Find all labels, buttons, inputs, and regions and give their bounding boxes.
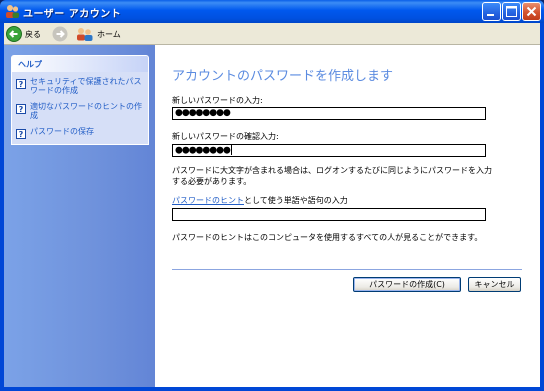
hint-label-rest: として使う単語や語句の入力 — [244, 196, 348, 205]
password-hint-link[interactable]: パスワードのヒント — [172, 196, 244, 205]
window-frame-bottom — [0, 387, 544, 391]
window-frame-right — [540, 23, 544, 391]
user-accounts-home-icon — [77, 28, 93, 41]
password-hint-input[interactable] — [172, 208, 486, 221]
text-caret — [230, 145, 232, 155]
cancel-button[interactable]: キャンセル — [468, 277, 521, 292]
forward-button[interactable] — [52, 25, 68, 43]
help-question-icon: ? — [16, 104, 26, 114]
help-item-password-hint[interactable]: ? 適切なパスワードのヒントの作成 — [16, 102, 148, 120]
home-label: ホーム — [97, 29, 121, 39]
minimize-icon — [487, 14, 494, 16]
window-title: ユーザー アカウント — [23, 9, 122, 20]
new-password-label: 新しいパスワードの入力: — [172, 96, 263, 105]
navigation-toolbar: 戻る ホーム — [4, 23, 540, 45]
left-task-pane: ヘルプ ? セキュリティで保護されたパスワードの作成 ? 適切なパスワードのヒン… — [4, 45, 155, 387]
back-label: 戻る — [25, 29, 41, 39]
back-button[interactable]: 戻る — [6, 25, 41, 43]
confirm-password-value: ●●●●●●●● — [175, 145, 231, 156]
help-question-icon: ? — [16, 129, 26, 139]
main-content: アカウントのパスワードを作成します 新しいパスワードの入力: ●●●●●●●● … — [155, 45, 540, 387]
hint-visibility-note: パスワードのヒントはこのコンピュータを使用するすべての人が見ることができます。 — [172, 233, 483, 242]
help-question-icon: ? — [16, 79, 26, 89]
maximize-icon — [506, 6, 517, 17]
help-header-label: ヘルプ — [18, 60, 42, 69]
help-item-label: 適切なパスワードのヒントの作成 — [30, 102, 142, 120]
hint-label: パスワードのヒントとして使う単語や語句の入力 — [172, 195, 348, 206]
user-accounts-window: ユーザー アカウント 戻る ホーム ヘルプ ? セキュリティで保護されたパスワー… — [0, 0, 544, 391]
help-panel: ヘルプ ? セキュリティで保護されたパスワードの作成 ? 適切なパスワードのヒン… — [11, 55, 149, 145]
user-accounts-app-icon — [6, 5, 19, 18]
close-icon — [526, 6, 537, 17]
close-button[interactable] — [522, 2, 541, 21]
title-bar[interactable]: ユーザー アカウント — [0, 0, 544, 23]
help-item-secure-password[interactable]: ? セキュリティで保護されたパスワードの作成 — [16, 77, 148, 95]
create-password-button[interactable]: パスワードの作成(C) — [353, 277, 461, 292]
new-password-value: ●●●●●●●● — [175, 108, 231, 118]
forward-arrow-icon — [52, 26, 68, 42]
case-sensitivity-note: パスワードに大文字が含まれる場合は、ログオンするたびに同じようにパスワードを入力… — [172, 166, 492, 186]
maximize-button[interactable] — [502, 2, 521, 21]
help-panel-header: ヘルプ — [12, 56, 148, 72]
new-password-input[interactable]: ●●●●●●●● — [172, 107, 486, 120]
confirm-password-label: 新しいパスワードの確認入力: — [172, 132, 279, 141]
home-button[interactable]: ホーム — [76, 25, 121, 43]
help-item-label: パスワードの保存 — [30, 127, 94, 136]
page-heading: アカウントのパスワードを作成します — [172, 69, 394, 84]
help-item-save-password[interactable]: ? パスワードの保存 — [16, 127, 148, 139]
confirm-password-input[interactable]: ●●●●●●●● — [172, 144, 486, 157]
back-arrow-icon — [6, 26, 22, 42]
help-item-label: セキュリティで保護されたパスワードの作成 — [30, 77, 142, 95]
minimize-button[interactable] — [482, 2, 501, 21]
button-separator — [172, 269, 522, 270]
